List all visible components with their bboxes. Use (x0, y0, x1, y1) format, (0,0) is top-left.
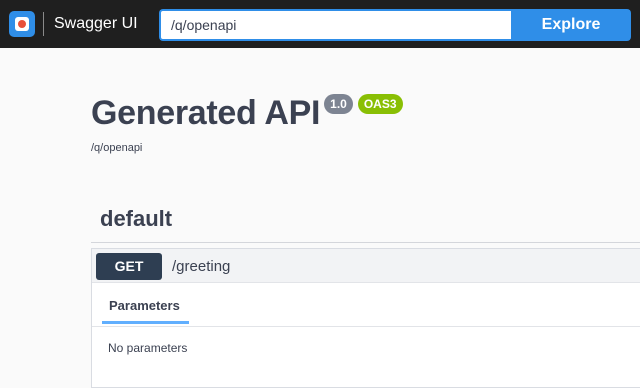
operation-block-get-greeting: GET /greeting Parameters No parameters (91, 248, 640, 388)
tab-parameters-label: Parameters (109, 298, 180, 313)
tab-parameters[interactable]: Parameters (102, 283, 189, 327)
tag-divider (91, 242, 640, 243)
tag-default-title[interactable]: default (100, 206, 172, 232)
method-badge: GET (96, 253, 162, 280)
brand-title: Swagger UI (54, 15, 138, 32)
api-title: Generated API (91, 94, 321, 132)
swagger-logo-icon (9, 11, 35, 37)
spec-url-input[interactable] (159, 9, 511, 41)
version-badge: 1.0 (324, 94, 353, 114)
tab-active-underline (102, 321, 189, 324)
oas-badge: OAS3 (357, 94, 403, 114)
brand[interactable]: Swagger UI (9, 10, 138, 38)
explore-button[interactable]: Explore (511, 9, 631, 41)
api-url: /q/openapi (91, 142, 143, 154)
operation-summary[interactable]: GET /greeting (92, 249, 640, 283)
api-title-row: Generated API 1.0 OAS3 (91, 94, 403, 132)
no-parameters-text: No parameters (108, 341, 188, 355)
brand-divider (43, 12, 44, 36)
operation-path: /greeting (172, 258, 231, 275)
top-bar: Swagger UI Explore (0, 0, 640, 48)
api-info: Generated API 1.0 OAS3 /q/openapi (91, 94, 403, 154)
parameters-header: Parameters (92, 283, 640, 327)
